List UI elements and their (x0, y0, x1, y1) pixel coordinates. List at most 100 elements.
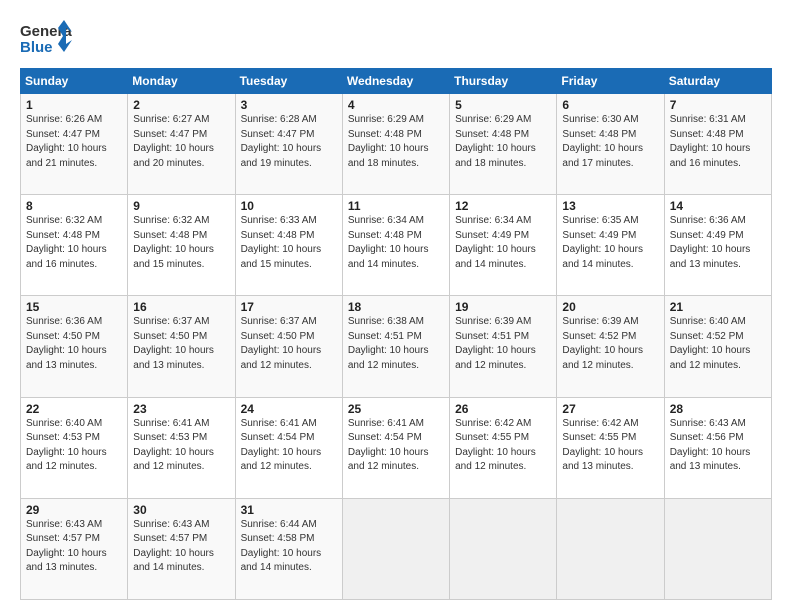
day-info: Sunrise: 6:32 AM Sunset: 4:48 PM Dayligh… (133, 214, 229, 272)
page: GeneralBlue SundayMondayTuesdayWednesday… (0, 0, 792, 612)
day-number: 13 (562, 199, 658, 213)
day-number: 10 (241, 199, 337, 213)
calendar-cell: 7Sunrise: 6:31 AM Sunset: 4:48 PM Daylig… (664, 94, 771, 195)
calendar-cell: 3Sunrise: 6:28 AM Sunset: 4:47 PM Daylig… (235, 94, 342, 195)
calendar-cell: 14Sunrise: 6:36 AM Sunset: 4:49 PM Dayli… (664, 195, 771, 296)
calendar-cell: 19Sunrise: 6:39 AM Sunset: 4:51 PM Dayli… (450, 296, 557, 397)
calendar-cell: 25Sunrise: 6:41 AM Sunset: 4:54 PM Dayli… (342, 397, 449, 498)
calendar-cell: 23Sunrise: 6:41 AM Sunset: 4:53 PM Dayli… (128, 397, 235, 498)
day-number: 3 (241, 98, 337, 112)
logo: GeneralBlue (20, 18, 72, 58)
day-info: Sunrise: 6:39 AM Sunset: 4:51 PM Dayligh… (455, 315, 551, 373)
day-number: 25 (348, 402, 444, 416)
weekday-header-wednesday: Wednesday (342, 69, 449, 94)
calendar-cell: 16Sunrise: 6:37 AM Sunset: 4:50 PM Dayli… (128, 296, 235, 397)
calendar-header-row: SundayMondayTuesdayWednesdayThursdayFrid… (21, 69, 772, 94)
calendar-cell: 27Sunrise: 6:42 AM Sunset: 4:55 PM Dayli… (557, 397, 664, 498)
weekday-header-thursday: Thursday (450, 69, 557, 94)
day-number: 26 (455, 402, 551, 416)
header: GeneralBlue (20, 18, 772, 58)
calendar-cell: 12Sunrise: 6:34 AM Sunset: 4:49 PM Dayli… (450, 195, 557, 296)
day-number: 8 (26, 199, 122, 213)
calendar-cell: 13Sunrise: 6:35 AM Sunset: 4:49 PM Dayli… (557, 195, 664, 296)
calendar-week-4: 22Sunrise: 6:40 AM Sunset: 4:53 PM Dayli… (21, 397, 772, 498)
day-number: 14 (670, 199, 766, 213)
day-info: Sunrise: 6:36 AM Sunset: 4:49 PM Dayligh… (670, 214, 766, 272)
calendar-cell: 26Sunrise: 6:42 AM Sunset: 4:55 PM Dayli… (450, 397, 557, 498)
calendar-cell: 2Sunrise: 6:27 AM Sunset: 4:47 PM Daylig… (128, 94, 235, 195)
calendar-body: 1Sunrise: 6:26 AM Sunset: 4:47 PM Daylig… (21, 94, 772, 600)
calendar-cell: 17Sunrise: 6:37 AM Sunset: 4:50 PM Dayli… (235, 296, 342, 397)
calendar-week-2: 8Sunrise: 6:32 AM Sunset: 4:48 PM Daylig… (21, 195, 772, 296)
calendar-cell: 30Sunrise: 6:43 AM Sunset: 4:57 PM Dayli… (128, 498, 235, 599)
day-number: 2 (133, 98, 229, 112)
calendar-cell: 18Sunrise: 6:38 AM Sunset: 4:51 PM Dayli… (342, 296, 449, 397)
calendar-cell (557, 498, 664, 599)
day-info: Sunrise: 6:37 AM Sunset: 4:50 PM Dayligh… (133, 315, 229, 373)
weekday-header-tuesday: Tuesday (235, 69, 342, 94)
day-number: 20 (562, 300, 658, 314)
day-info: Sunrise: 6:41 AM Sunset: 4:54 PM Dayligh… (241, 417, 337, 475)
day-number: 1 (26, 98, 122, 112)
day-info: Sunrise: 6:36 AM Sunset: 4:50 PM Dayligh… (26, 315, 122, 373)
day-info: Sunrise: 6:44 AM Sunset: 4:58 PM Dayligh… (241, 518, 337, 576)
day-number: 31 (241, 503, 337, 517)
day-info: Sunrise: 6:41 AM Sunset: 4:53 PM Dayligh… (133, 417, 229, 475)
day-info: Sunrise: 6:29 AM Sunset: 4:48 PM Dayligh… (455, 113, 551, 171)
calendar-week-3: 15Sunrise: 6:36 AM Sunset: 4:50 PM Dayli… (21, 296, 772, 397)
day-number: 23 (133, 402, 229, 416)
day-number: 27 (562, 402, 658, 416)
day-info: Sunrise: 6:42 AM Sunset: 4:55 PM Dayligh… (455, 417, 551, 475)
calendar-cell (342, 498, 449, 599)
svg-text:Blue: Blue (20, 39, 53, 56)
day-number: 15 (26, 300, 122, 314)
day-info: Sunrise: 6:38 AM Sunset: 4:51 PM Dayligh… (348, 315, 444, 373)
day-number: 24 (241, 402, 337, 416)
weekday-header-saturday: Saturday (664, 69, 771, 94)
day-info: Sunrise: 6:35 AM Sunset: 4:49 PM Dayligh… (562, 214, 658, 272)
calendar-cell (664, 498, 771, 599)
calendar-week-1: 1Sunrise: 6:26 AM Sunset: 4:47 PM Daylig… (21, 94, 772, 195)
day-info: Sunrise: 6:37 AM Sunset: 4:50 PM Dayligh… (241, 315, 337, 373)
day-number: 21 (670, 300, 766, 314)
day-info: Sunrise: 6:41 AM Sunset: 4:54 PM Dayligh… (348, 417, 444, 475)
calendar-cell: 8Sunrise: 6:32 AM Sunset: 4:48 PM Daylig… (21, 195, 128, 296)
day-number: 12 (455, 199, 551, 213)
day-number: 17 (241, 300, 337, 314)
day-info: Sunrise: 6:43 AM Sunset: 4:57 PM Dayligh… (26, 518, 122, 576)
day-info: Sunrise: 6:39 AM Sunset: 4:52 PM Dayligh… (562, 315, 658, 373)
day-info: Sunrise: 6:43 AM Sunset: 4:56 PM Dayligh… (670, 417, 766, 475)
calendar-cell: 1Sunrise: 6:26 AM Sunset: 4:47 PM Daylig… (21, 94, 128, 195)
day-info: Sunrise: 6:40 AM Sunset: 4:52 PM Dayligh… (670, 315, 766, 373)
calendar-cell: 31Sunrise: 6:44 AM Sunset: 4:58 PM Dayli… (235, 498, 342, 599)
calendar-table: SundayMondayTuesdayWednesdayThursdayFrid… (20, 68, 772, 600)
day-info: Sunrise: 6:31 AM Sunset: 4:48 PM Dayligh… (670, 113, 766, 171)
day-info: Sunrise: 6:33 AM Sunset: 4:48 PM Dayligh… (241, 214, 337, 272)
weekday-header-friday: Friday (557, 69, 664, 94)
day-info: Sunrise: 6:40 AM Sunset: 4:53 PM Dayligh… (26, 417, 122, 475)
logo-svg: GeneralBlue (20, 18, 72, 58)
day-number: 16 (133, 300, 229, 314)
calendar-cell: 5Sunrise: 6:29 AM Sunset: 4:48 PM Daylig… (450, 94, 557, 195)
calendar-cell: 28Sunrise: 6:43 AM Sunset: 4:56 PM Dayli… (664, 397, 771, 498)
calendar-cell: 9Sunrise: 6:32 AM Sunset: 4:48 PM Daylig… (128, 195, 235, 296)
calendar-cell: 29Sunrise: 6:43 AM Sunset: 4:57 PM Dayli… (21, 498, 128, 599)
calendar-cell: 10Sunrise: 6:33 AM Sunset: 4:48 PM Dayli… (235, 195, 342, 296)
day-number: 6 (562, 98, 658, 112)
calendar-cell: 24Sunrise: 6:41 AM Sunset: 4:54 PM Dayli… (235, 397, 342, 498)
day-number: 5 (455, 98, 551, 112)
day-info: Sunrise: 6:27 AM Sunset: 4:47 PM Dayligh… (133, 113, 229, 171)
calendar-header: SundayMondayTuesdayWednesdayThursdayFrid… (21, 69, 772, 94)
calendar-week-5: 29Sunrise: 6:43 AM Sunset: 4:57 PM Dayli… (21, 498, 772, 599)
day-info: Sunrise: 6:42 AM Sunset: 4:55 PM Dayligh… (562, 417, 658, 475)
day-info: Sunrise: 6:32 AM Sunset: 4:48 PM Dayligh… (26, 214, 122, 272)
calendar-cell (450, 498, 557, 599)
day-info: Sunrise: 6:28 AM Sunset: 4:47 PM Dayligh… (241, 113, 337, 171)
calendar-cell: 21Sunrise: 6:40 AM Sunset: 4:52 PM Dayli… (664, 296, 771, 397)
calendar-cell: 20Sunrise: 6:39 AM Sunset: 4:52 PM Dayli… (557, 296, 664, 397)
calendar-cell: 15Sunrise: 6:36 AM Sunset: 4:50 PM Dayli… (21, 296, 128, 397)
day-number: 22 (26, 402, 122, 416)
calendar-cell: 11Sunrise: 6:34 AM Sunset: 4:48 PM Dayli… (342, 195, 449, 296)
day-number: 18 (348, 300, 444, 314)
day-number: 11 (348, 199, 444, 213)
